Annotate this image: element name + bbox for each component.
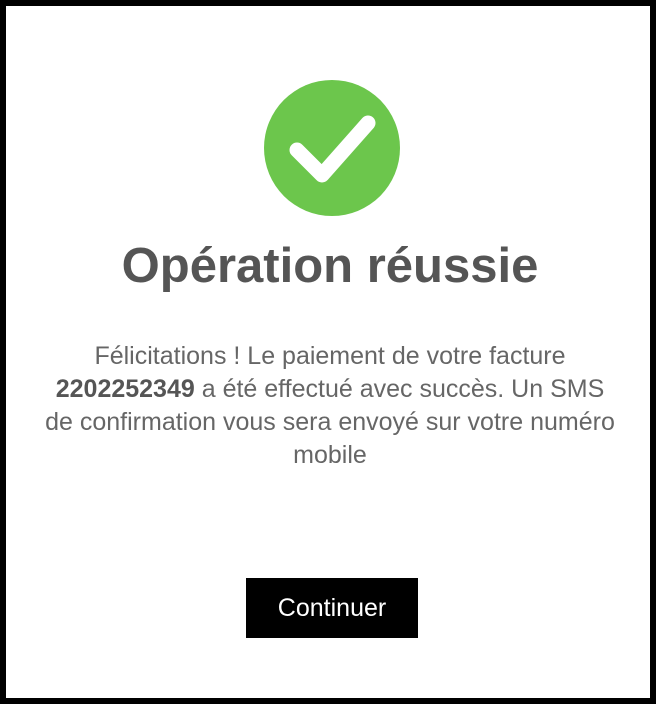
checkmark-icon [289,115,376,183]
checkmark-circle-icon [264,80,400,216]
continue-button[interactable]: Continuer [246,578,418,638]
message-intro: Félicitations ! Le paiement de votre fac… [94,342,566,370]
success-dialog: Opération réussie Félicitations ! Le pai… [12,12,648,696]
page-title: Opération réussie [121,239,539,293]
dialog-frame: Opération réussie Félicitations ! Le pai… [0,0,656,704]
invoice-number: 2202252349 [55,375,195,403]
success-message: Félicitations ! Le paiement de votre fac… [40,340,620,472]
